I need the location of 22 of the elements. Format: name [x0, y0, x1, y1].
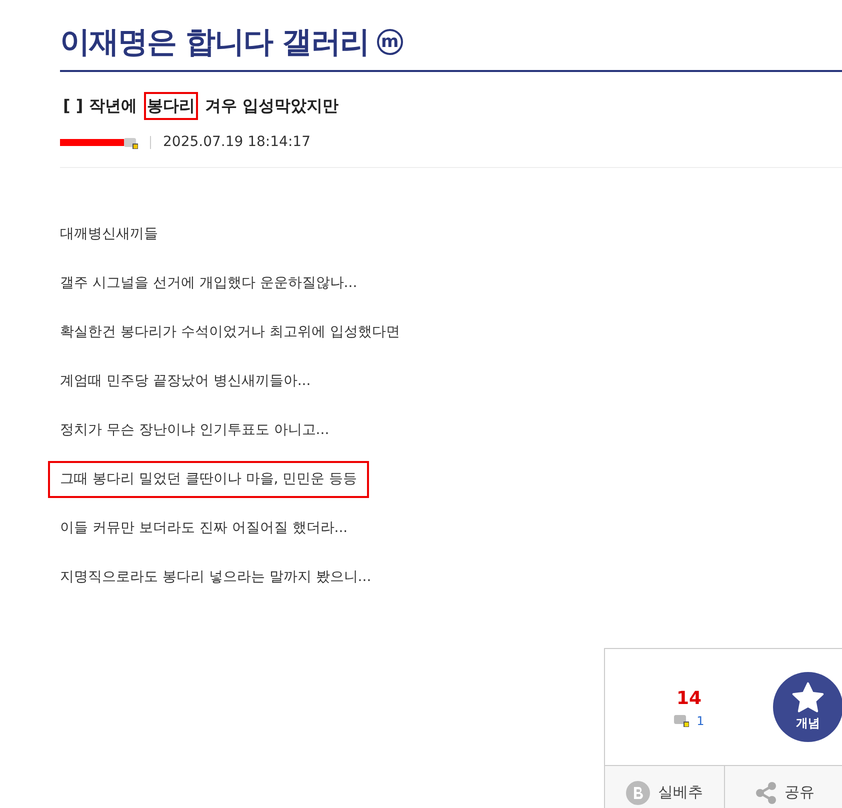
best-icon [626, 780, 650, 804]
post-date: 2025.07.19 18:14:17 [163, 133, 310, 152]
body-text: 갤주 시그널을 선거에 개입했다 운운하질않나... [59, 274, 358, 293]
body-text: 정치가 무슨 장난이냐 인기투표도 아니고... [59, 421, 330, 440]
fixed-user-icon [674, 714, 689, 727]
post-title: [ ] 작년에 [62, 95, 138, 117]
gallery-title[interactable]: 이재명은 합니다 갤러리 [60, 20, 369, 64]
body-text: 지명직으로라도 봉다리 넣으라는 말까지 봤으니... [59, 568, 372, 587]
body-text: 이들 커뮤만 보더라도 진짜 어질어질 했더라... [59, 519, 349, 538]
user-icon [124, 136, 138, 148]
post-title: 겨우 입성막았지만 [204, 95, 340, 117]
body-text: 대깨병신새끼들 [59, 225, 159, 244]
body-text: 계엄때 민주당 끝장났어 병신새끼들아... [59, 372, 312, 391]
recommend-count: 14 [675, 686, 703, 710]
recommend-button[interactable]: 개념 [773, 672, 842, 742]
minor-gallery-badge: m [376, 29, 403, 55]
body-text: 확실한건 봉다리가 수석이었거나 최고위에 입성했다면 [59, 323, 401, 342]
highlighted-text: 그때 봉다리 밀었던 클딴이나 마을, 민민운 등등 [48, 461, 370, 498]
star-icon [791, 682, 825, 714]
highlighted-word: 봉다리 [144, 92, 198, 120]
share-icon [754, 780, 776, 804]
fixed-count: 1 [696, 712, 704, 730]
